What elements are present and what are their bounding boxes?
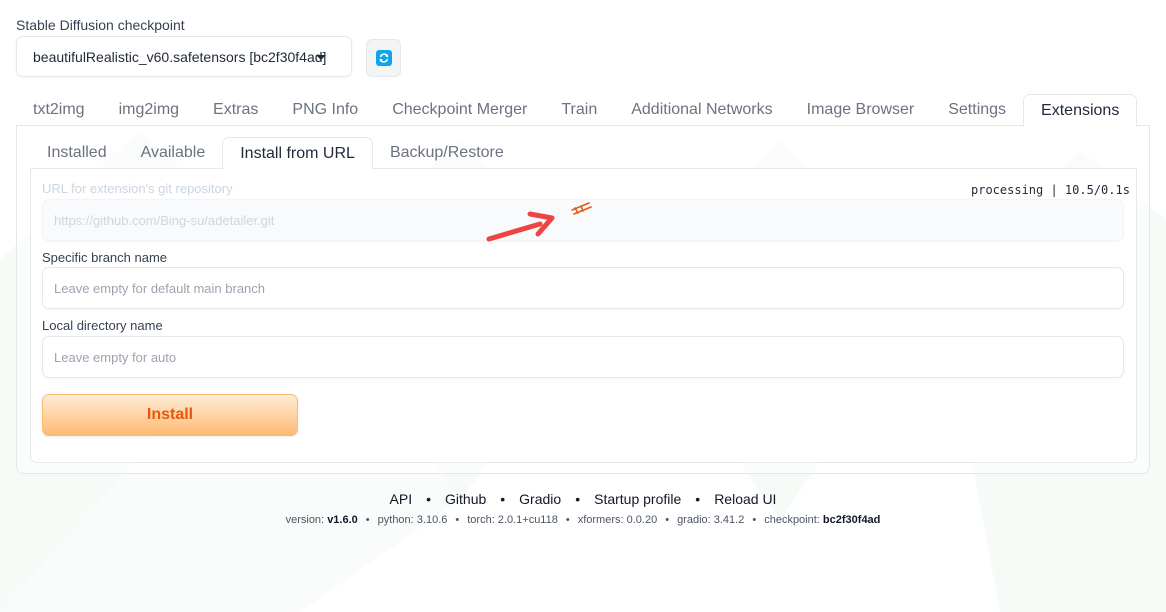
chevron-down-icon: [316, 55, 326, 60]
footer-link-startup-profile[interactable]: Startup profile: [594, 491, 681, 507]
extension-subtabs: Installed Available Install from URL Bac…: [30, 137, 521, 170]
version-info: version: v1.6.0: [285, 514, 358, 526]
branch-field-label: Specific branch name: [42, 250, 168, 265]
footer-separator: •: [695, 491, 701, 507]
info-separator: •: [752, 514, 757, 526]
footer-link-api[interactable]: API: [390, 491, 413, 507]
tab-settings[interactable]: Settings: [931, 94, 1023, 126]
tab-png-info[interactable]: PNG Info: [275, 94, 375, 126]
footer-separator: •: [500, 491, 506, 507]
footer-links: API • Github • Gradio • Startup profile …: [0, 491, 1166, 507]
xformers-info: xformers: 0.0.20: [577, 514, 658, 526]
progress-status: processing | 10.5/0.1s: [971, 183, 1130, 197]
footer-link-reload-ui[interactable]: Reload UI: [714, 491, 776, 507]
checkpoint-value: beautifulRealistic_v60.safetensors [bc2f…: [33, 48, 327, 65]
subtab-backup-restore[interactable]: Backup/Restore: [373, 137, 521, 169]
info-separator: •: [365, 514, 370, 526]
tab-train[interactable]: Train: [544, 94, 614, 126]
directory-field-label: Local directory name: [42, 318, 163, 333]
gradio-info: gradio: 3.41.2: [677, 514, 745, 526]
subtab-installed[interactable]: Installed: [30, 137, 124, 169]
info-separator: •: [665, 514, 670, 526]
refresh-checkpoint-button[interactable]: [366, 39, 401, 77]
footer-link-gradio[interactable]: Gradio: [519, 491, 561, 507]
tab-extensions[interactable]: Extensions: [1023, 94, 1138, 127]
checkpoint-label: Stable Diffusion checkpoint: [16, 17, 185, 33]
main-tabs: txt2img img2img Extras PNG Info Checkpoi…: [16, 94, 1138, 127]
refresh-icon: [375, 50, 392, 66]
install-button[interactable]: Install: [42, 394, 298, 436]
annotation-arrow-icon: [486, 211, 555, 242]
torch-info: torch: 2.0.1+cu118: [467, 514, 558, 526]
info-separator: •: [565, 514, 570, 526]
python-info: python: 3.10.6: [377, 514, 448, 526]
footer-version-info: version: v1.6.0 • python: 3.10.6 • torch…: [0, 514, 1166, 526]
footer-link-github[interactable]: Github: [445, 491, 486, 507]
footer-separator: •: [575, 491, 581, 507]
tab-image-browser[interactable]: Image Browser: [790, 94, 932, 126]
loading-spinner-icon: [571, 202, 592, 215]
info-separator: •: [455, 514, 460, 526]
subtab-available[interactable]: Available: [124, 137, 223, 169]
footer-separator: •: [426, 491, 432, 507]
checkpoint-dropdown[interactable]: beautifulRealistic_v60.safetensors [bc2f…: [16, 36, 352, 77]
tab-extras[interactable]: Extras: [196, 94, 275, 126]
tab-checkpoint-merger[interactable]: Checkpoint Merger: [375, 94, 544, 126]
tab-additional-networks[interactable]: Additional Networks: [614, 94, 789, 126]
tab-txt2img[interactable]: txt2img: [16, 94, 102, 126]
branch-name-input[interactable]: [42, 267, 1124, 309]
subtab-install-from-url[interactable]: Install from URL: [222, 137, 373, 170]
tab-img2img[interactable]: img2img: [102, 94, 196, 126]
checkpoint-info: checkpoint: bc2f30f4ad: [764, 514, 881, 526]
directory-name-input[interactable]: [42, 336, 1124, 378]
url-field-label: URL for extension's git repository: [42, 181, 233, 196]
